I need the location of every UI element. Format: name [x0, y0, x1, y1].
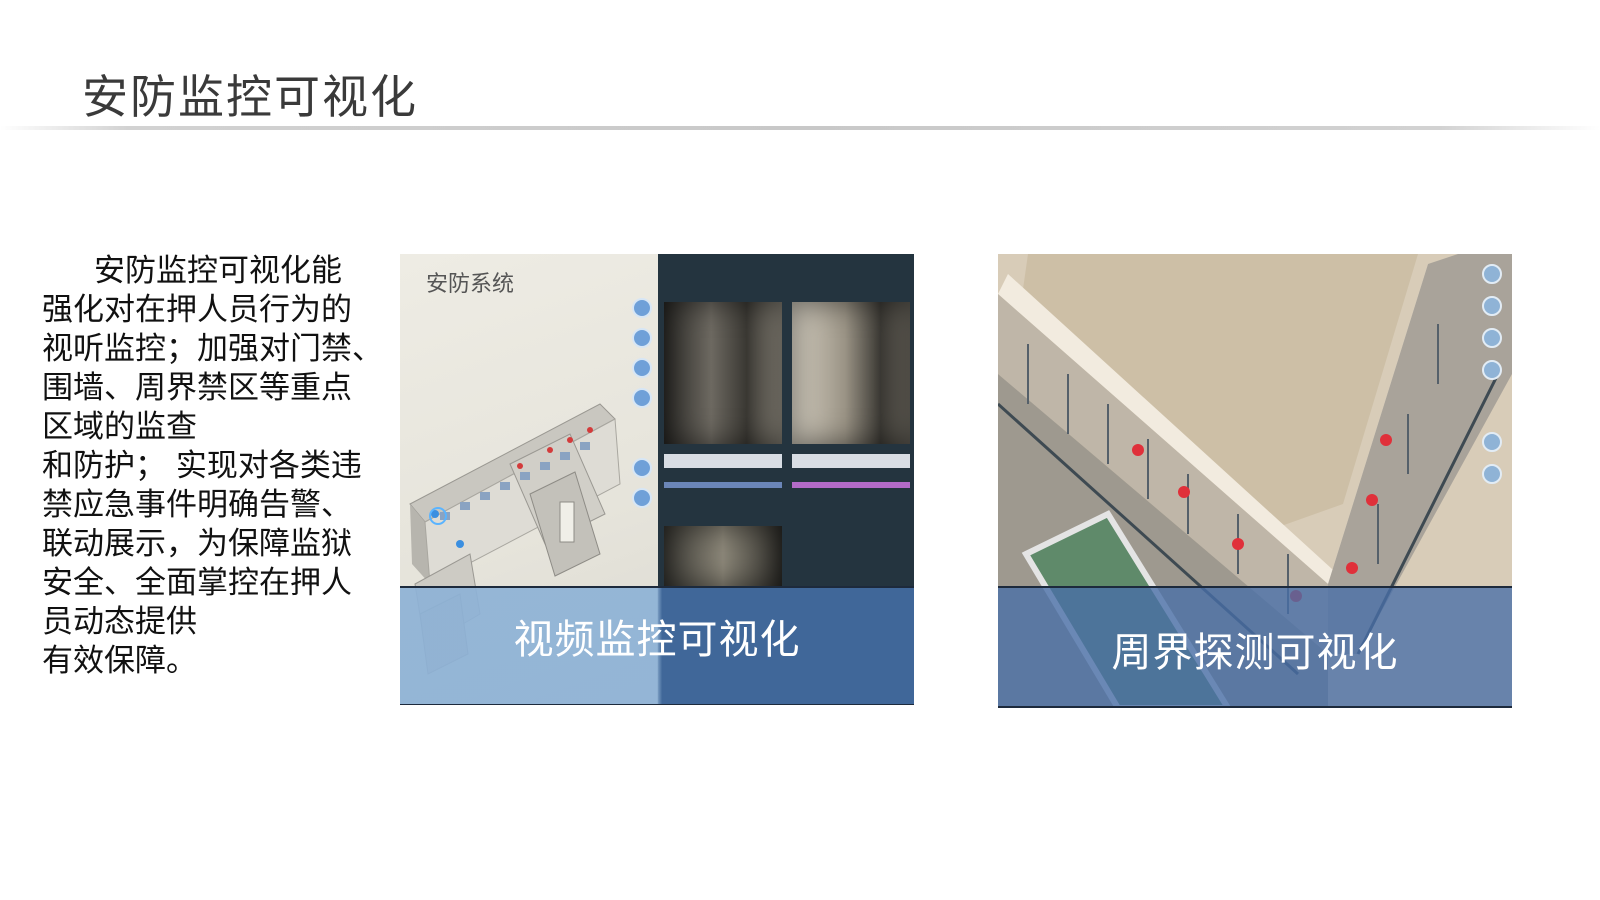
- rotate-icon[interactable]: [1482, 328, 1502, 348]
- page-title: 安防监控可视化: [82, 69, 418, 124]
- figure-caption: 视频监控可视化: [400, 586, 914, 705]
- description-text: 安防监控可视化能 强化对在押人员行为的 视听监控；加强对门禁、 围墙、周界禁区等…: [42, 252, 392, 681]
- camera-feed[interactable]: [664, 526, 782, 586]
- description-line: 和防护； 实现对各类违: [42, 448, 362, 484]
- scene-toolbar: [1482, 264, 1502, 496]
- description-line: 视听监控；加强对门禁、: [42, 331, 383, 367]
- map-toolbar: [632, 298, 652, 518]
- zoom-in-icon[interactable]: [632, 298, 652, 318]
- description-line: 强化对在押人员行为的: [42, 292, 352, 328]
- figure-caption: 周界探测可视化: [998, 586, 1512, 708]
- camera-status-strip: [792, 454, 910, 468]
- reset-view-icon[interactable]: [632, 388, 652, 408]
- playback-bar[interactable]: [664, 482, 782, 488]
- playback-bar[interactable]: [792, 482, 910, 488]
- description-line: 有效保障。: [42, 643, 197, 679]
- description-line: 禁应急事件明确告警、: [42, 487, 352, 523]
- description-line: 围墙、周界禁区等重点: [42, 370, 352, 406]
- zoom-out-icon[interactable]: [1482, 296, 1502, 316]
- zoom-in-icon[interactable]: [1482, 264, 1502, 284]
- description-line: 安全、全面掌控在押人: [42, 565, 352, 601]
- camera-feed[interactable]: [664, 302, 782, 444]
- settings-icon[interactable]: [1482, 464, 1502, 484]
- rotate-icon[interactable]: [632, 358, 652, 378]
- description-line: 安防监控可视化能: [94, 253, 342, 289]
- video-surveillance-figure: 安防系统 视频监控可视化: [400, 254, 914, 705]
- camera-status-strip: [664, 454, 782, 468]
- zoom-out-icon[interactable]: [632, 328, 652, 348]
- layer-icon[interactable]: [632, 458, 652, 478]
- description-line: 区域的监查: [42, 409, 197, 445]
- description-line: 联动展示，为保障监狱: [42, 526, 352, 562]
- perimeter-detection-figure: 周界探测可视化: [998, 254, 1512, 708]
- camera-feed[interactable]: [792, 302, 910, 444]
- title-divider: [0, 126, 1600, 130]
- description-line: 员动态提供: [42, 604, 197, 640]
- settings-icon[interactable]: [632, 488, 652, 508]
- layer-icon[interactable]: [1482, 432, 1502, 452]
- reset-view-icon[interactable]: [1482, 360, 1502, 380]
